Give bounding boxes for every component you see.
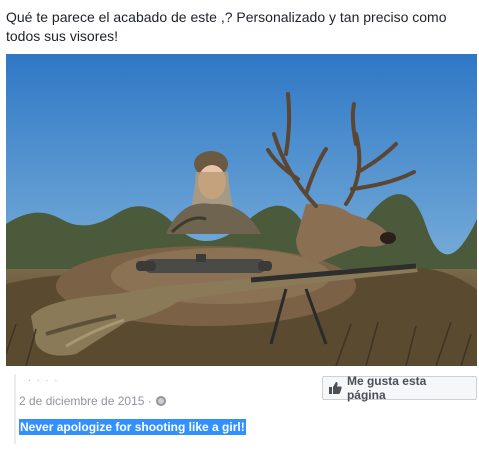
post-meta: 2 de diciembre de 2015 · [19, 394, 166, 408]
selected-quote-text: Never apologize for shooting like a girl… [19, 419, 246, 435]
hunting-photo-illustration [6, 54, 477, 366]
post-quote: Never apologize for shooting like a girl… [19, 419, 246, 435]
embed-divider [14, 374, 16, 444]
like-page-button[interactable]: Me gusta esta página [322, 374, 477, 402]
post-caption: Qué te parece el acabado de este ,? Pers… [6, 9, 447, 44]
post-photo[interactable] [6, 54, 477, 366]
post-date[interactable]: 2 de diciembre de 2015 · [19, 394, 152, 408]
like-page-label: Me gusta esta página [346, 374, 427, 402]
page-name[interactable]: · · · · [28, 376, 59, 385]
globe-icon [155, 396, 166, 406]
page-embed: · · · · 2 de diciembre de 2015 · Me gust… [6, 366, 477, 452]
thumbs-up-icon [329, 382, 342, 394]
